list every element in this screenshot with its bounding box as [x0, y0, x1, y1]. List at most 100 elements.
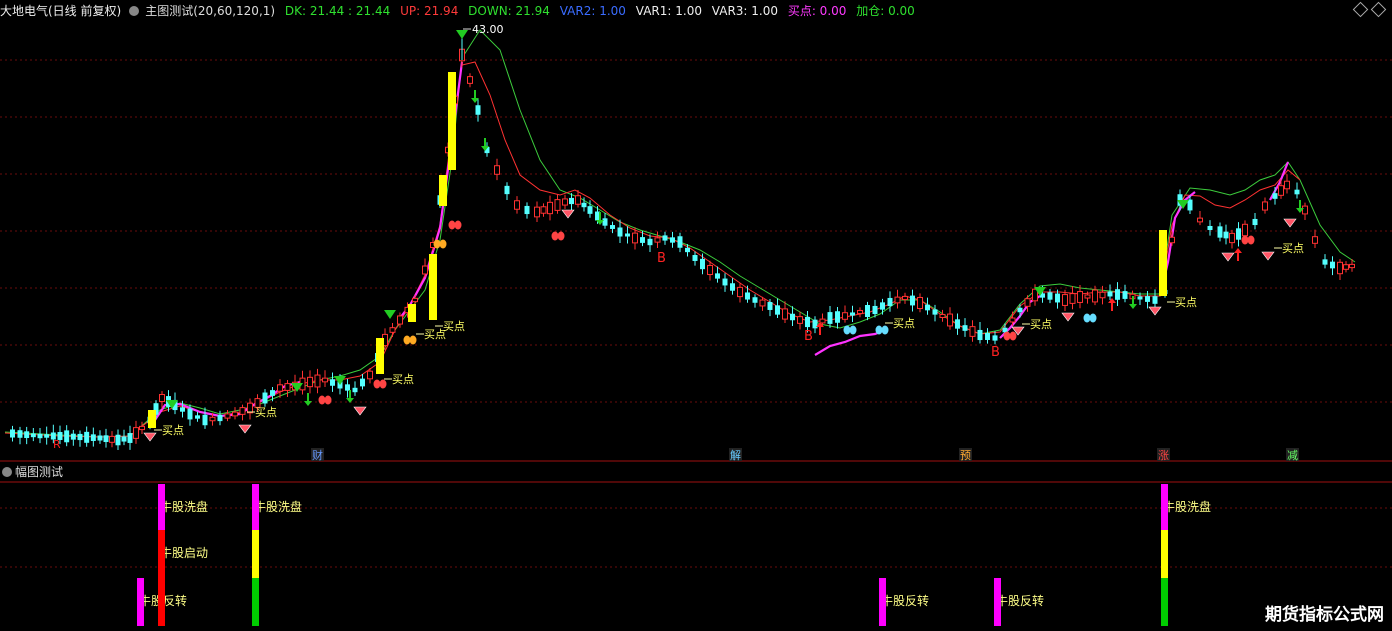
- sub-signal-bar: [994, 578, 1001, 626]
- bear-candle: [715, 273, 720, 279]
- diamond-gem-icon: [561, 209, 575, 219]
- sub-chart-title[interactable]: 幅图测试: [15, 465, 63, 479]
- butterfly-wing: [557, 231, 565, 241]
- bull-candle: [209, 416, 216, 422]
- yellow-signal-bar: [439, 175, 447, 206]
- sub-settings-circle-icon[interactable]: [2, 466, 12, 477]
- bear-candle: [865, 305, 870, 317]
- bear-candle: [932, 309, 938, 315]
- bear-candle: [1115, 289, 1120, 300]
- butterfly-wing: [849, 325, 857, 335]
- bull-candle: [1242, 223, 1248, 237]
- bear-candle: [581, 202, 587, 208]
- bull-candle: [159, 394, 165, 402]
- bear-candle: [752, 297, 758, 303]
- bear-candle: [790, 313, 795, 321]
- bear-candle: [97, 435, 103, 441]
- bear-candle: [569, 197, 574, 205]
- sub-chart-label: 牛股洗盘: [1163, 499, 1211, 514]
- event-badge: 涨: [1158, 449, 1169, 462]
- bull-candle: [1337, 261, 1343, 275]
- bull-candle: [917, 296, 923, 310]
- bull-candle: [1349, 263, 1355, 269]
- butterfly-wing: [409, 335, 417, 345]
- down-arrow-head: [304, 401, 312, 406]
- bull-candle: [232, 411, 238, 417]
- butterfly-icon: [1003, 331, 1011, 341]
- bull-candle: [1092, 289, 1098, 303]
- sub-signal-bar: [252, 484, 259, 530]
- bear-candle: [827, 312, 833, 324]
- butterfly-wing: [1089, 313, 1097, 323]
- bear-candle: [77, 433, 83, 441]
- sub-signal-bar: [158, 484, 165, 530]
- bear-candle: [17, 430, 23, 438]
- bear-candle: [360, 378, 365, 387]
- bull-candle: [322, 377, 328, 383]
- yellow-signal-bar: [376, 338, 384, 374]
- bear-candle: [640, 237, 645, 243]
- bear-candle: [90, 434, 96, 441]
- bear-candle: [1223, 231, 1229, 239]
- buy-point-label: 买点: [424, 328, 446, 341]
- sub-signal-bar: [252, 530, 259, 578]
- bull-candle: [1084, 294, 1091, 299]
- butterfly-wing: [439, 239, 447, 249]
- bear-candle: [504, 185, 510, 195]
- bear-candle: [475, 105, 481, 115]
- buy-point-label: 买点: [392, 373, 414, 386]
- green-down-triangle-icon: [456, 30, 468, 39]
- sub-signal-bar: [252, 578, 259, 626]
- bear-candle: [977, 329, 983, 341]
- bear-candle: [64, 430, 70, 443]
- bull-candle: [554, 199, 561, 211]
- bear-candle: [70, 433, 76, 440]
- bull-candle: [1197, 217, 1203, 223]
- butterfly-icon: [875, 325, 883, 335]
- bear-candle: [835, 311, 840, 323]
- butterfly-icon: [403, 335, 411, 345]
- butterfly-icon: [318, 395, 326, 405]
- yellow-signal-bar: [448, 72, 456, 170]
- bear-candle: [1055, 293, 1060, 303]
- green-down-triangle-icon: [384, 310, 396, 319]
- bear-candle: [992, 335, 998, 341]
- bear-candle: [1217, 226, 1223, 238]
- bear-candle: [270, 390, 275, 396]
- butterfly-wing: [454, 220, 462, 230]
- bull-candle: [1009, 317, 1016, 323]
- bull-candle: [759, 299, 766, 307]
- bear-candle: [1322, 259, 1328, 265]
- bear-candle: [812, 319, 818, 329]
- bear-candle: [24, 431, 30, 439]
- b-marker: B: [657, 251, 666, 266]
- bull-candle: [277, 384, 283, 392]
- bear-candle: [330, 379, 335, 386]
- diamond-gem-icon: [238, 424, 252, 434]
- bear-candle: [1330, 261, 1335, 269]
- sub-signal-bar: [1161, 484, 1168, 530]
- bull-candle: [494, 165, 500, 175]
- bull-candle: [1302, 205, 1308, 215]
- bear-candle: [1294, 189, 1300, 195]
- bear-candle: [1252, 218, 1258, 226]
- yellow-signal-bar: [148, 410, 156, 428]
- butterfly-wing: [1247, 235, 1255, 245]
- bear-candle: [925, 304, 930, 311]
- bear-candle: [910, 295, 915, 306]
- bull-candle: [707, 264, 713, 276]
- r-marker: R: [53, 438, 61, 451]
- bear-candle: [1137, 296, 1143, 300]
- bull-candle: [467, 76, 473, 84]
- bull-candle: [284, 383, 291, 391]
- bear-candle: [775, 305, 780, 315]
- sub-chart-label: 牛股反转: [881, 593, 929, 608]
- bull-candle: [894, 296, 901, 304]
- buy-point-label: 买点: [893, 317, 915, 330]
- bull-candle: [397, 315, 403, 325]
- sub-signal-bar: [158, 530, 165, 626]
- buy-point-label: 买点: [1175, 296, 1197, 309]
- candlestick-chart[interactable]: 买点买点买点买点买点买点 买点买点买点43.00BBBR财解预涨减牛股洗盘牛股启动…: [0, 0, 1392, 631]
- bear-candle: [602, 218, 608, 226]
- butterfly-icon: [433, 239, 441, 249]
